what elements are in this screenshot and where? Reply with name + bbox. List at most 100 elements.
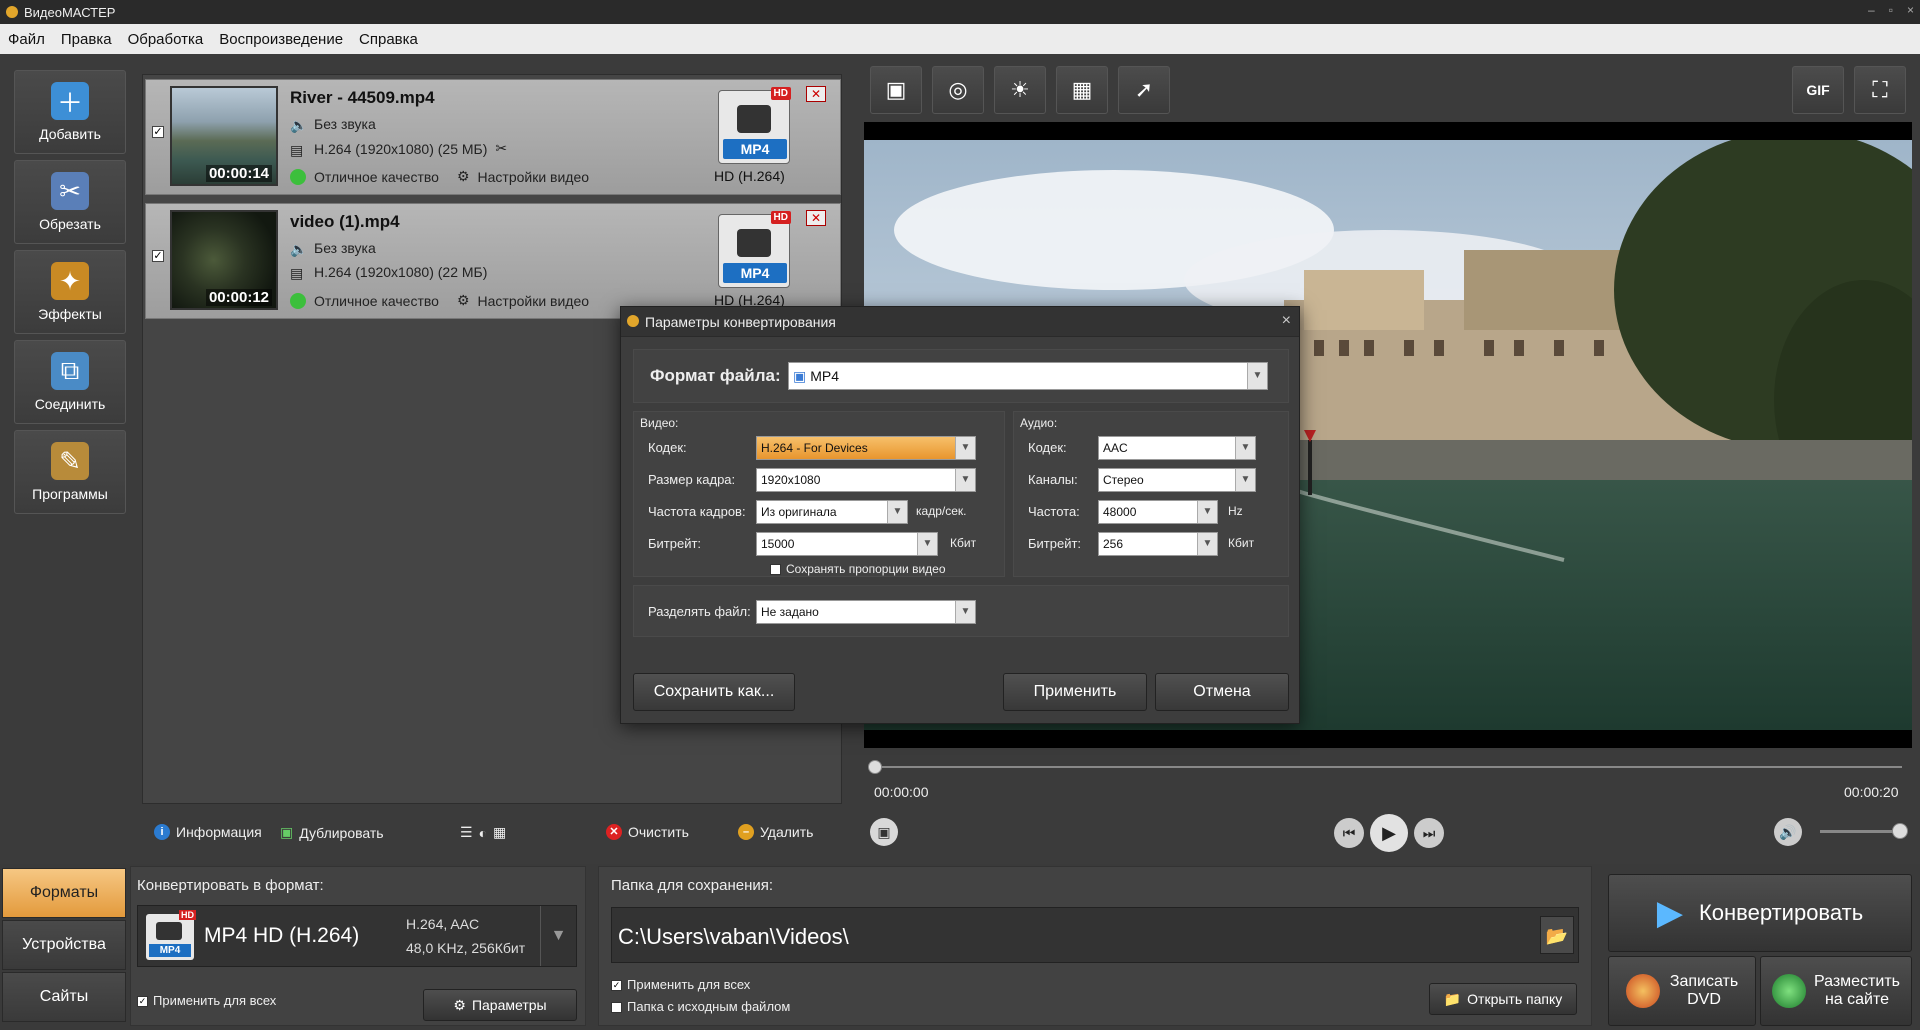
gear-icon: ⚙ bbox=[456, 168, 470, 184]
cancel-button[interactable]: Отмена bbox=[1155, 673, 1289, 711]
join-button[interactable]: ⧉ Соединить bbox=[14, 340, 126, 424]
programs-label: Программы bbox=[32, 486, 108, 502]
chevron-down-icon: ▼ bbox=[887, 501, 907, 523]
parameters-button[interactable]: ⚙ Параметры bbox=[423, 989, 577, 1021]
video-codec-label: Кодек: bbox=[648, 440, 687, 455]
remove-file-icon[interactable]: ✕ bbox=[806, 86, 826, 102]
dialog-close-icon[interactable]: × bbox=[1282, 312, 1291, 330]
trim-icon[interactable]: ✂ bbox=[495, 140, 507, 157]
convert-button[interactable]: ▶ Конвертировать bbox=[1608, 874, 1912, 952]
quality-text[interactable]: Отличное качество bbox=[314, 169, 439, 185]
quality-dot-icon bbox=[290, 168, 306, 185]
gif-icon[interactable]: GIF bbox=[1792, 66, 1844, 114]
menu-edit[interactable]: Правка bbox=[61, 31, 112, 48]
delete-label: Удалить bbox=[760, 824, 814, 840]
menu-playback[interactable]: Воспроизведение bbox=[219, 31, 343, 48]
add-button[interactable]: ＋ Добавить bbox=[14, 70, 126, 154]
format-badge-label: MP4 bbox=[723, 139, 787, 159]
format-badge[interactable]: HD MP4 bbox=[718, 87, 791, 164]
play-icon[interactable]: ▶ bbox=[1370, 814, 1408, 852]
format-badge[interactable]: HD MP4 bbox=[718, 211, 791, 288]
brightness-icon[interactable]: ☀ bbox=[994, 66, 1046, 114]
keep-aspect-checkbox[interactable]: Сохранять пропорции видео bbox=[770, 562, 946, 576]
video-codec-select[interactable]: H.264 - For Devices ▼ bbox=[756, 436, 976, 460]
volume-icon[interactable]: 🔊 bbox=[1774, 818, 1802, 846]
next-icon[interactable]: ⏭ bbox=[1414, 818, 1444, 848]
video-settings-link[interactable]: Настройки видео bbox=[478, 169, 590, 185]
fullscreen-icon[interactable]: ⛶ bbox=[1854, 66, 1906, 114]
file-item[interactable]: ✓ 00:00:12 video (1).mp4 🔈 Без звука ▤ H.2… bbox=[145, 203, 841, 319]
tab-devices[interactable]: Устройства bbox=[2, 920, 126, 970]
channels-select[interactable]: Стерео ▼ bbox=[1098, 468, 1256, 492]
tab-formats[interactable]: Форматы bbox=[2, 868, 126, 918]
seek-thumb[interactable] bbox=[868, 760, 882, 774]
previous-icon[interactable]: ⏮ bbox=[1334, 818, 1364, 848]
volume-track[interactable] bbox=[1820, 830, 1900, 833]
frame-size-select[interactable]: 1920x1080 ▼ bbox=[756, 468, 976, 492]
fps-select[interactable]: Из оригинала ▼ bbox=[756, 500, 908, 524]
save-path-field[interactable]: C:\Users\vaban\Videos\ 📂 bbox=[611, 907, 1579, 963]
close-window-icon[interactable]: × bbox=[1907, 3, 1914, 17]
dialog-logo-icon bbox=[627, 315, 639, 327]
remove-file-icon[interactable]: ✕ bbox=[806, 210, 826, 226]
info-button[interactable]: i Информация bbox=[154, 824, 262, 840]
frequency-select[interactable]: 48000 ▼ bbox=[1098, 500, 1218, 524]
split-panel: Разделять файл: Не задано ▼ bbox=[633, 585, 1289, 637]
minimize-icon[interactable]: – bbox=[1868, 3, 1875, 17]
trim-button[interactable]: ✂ Обрезать bbox=[14, 160, 126, 244]
format-select[interactable]: ▣ MP4 ▼ bbox=[788, 362, 1268, 390]
chevron-down-icon[interactable]: ▼ bbox=[540, 906, 576, 966]
file-checkbox[interactable]: ✓ bbox=[152, 250, 164, 262]
menu-help[interactable]: Справка bbox=[359, 31, 418, 48]
apply-button[interactable]: Применить bbox=[1003, 673, 1147, 711]
quality-text[interactable]: Отличное качество bbox=[314, 293, 439, 309]
maximize-icon[interactable]: ▫ bbox=[1889, 3, 1893, 17]
add-label: Добавить bbox=[39, 126, 101, 142]
format-name: MP4 HD (H.264) bbox=[204, 924, 360, 947]
effects-icon: ✦ bbox=[51, 262, 89, 300]
split-file-select[interactable]: Не задано ▼ bbox=[756, 600, 976, 624]
video-settings-link[interactable]: Настройки видео bbox=[478, 293, 590, 309]
format-selector[interactable]: HD MP4 MP4 HD (H.264) H.264, AAC 48,0 KH… bbox=[137, 905, 577, 967]
menu-processing[interactable]: Обработка bbox=[128, 31, 204, 48]
folder-browse-icon[interactable]: 📂 bbox=[1540, 916, 1574, 954]
film-edit-icon[interactable]: ▦ bbox=[1056, 66, 1108, 114]
publish-button[interactable]: Разместить на сайте bbox=[1760, 956, 1912, 1026]
file-item[interactable]: ✓ 00:00:14 River - 44509.mp4 🔈 Без звука … bbox=[145, 79, 841, 195]
seek-bar[interactable] bbox=[868, 760, 1908, 774]
clear-icon: ✕ bbox=[606, 824, 622, 840]
audio-text: Без звука bbox=[314, 116, 376, 132]
view-toggle[interactable]: ☰ ◐ ▦ bbox=[460, 824, 506, 841]
duplicate-icon: ▣ bbox=[280, 824, 294, 840]
apply-all-save-checkbox[interactable]: ✓ Применить для всех bbox=[611, 977, 750, 992]
apply-all-checkbox[interactable]: ✓ Применить для всех bbox=[137, 993, 276, 1008]
fps-unit: кадр/сек. bbox=[916, 504, 967, 518]
delete-button[interactable]: – Удалить bbox=[738, 824, 813, 840]
burn-dvd-button[interactable]: Записать DVD bbox=[1608, 956, 1756, 1026]
source-folder-checkbox[interactable]: Папка с исходным файлом bbox=[611, 999, 790, 1014]
delete-icon: – bbox=[738, 824, 754, 840]
mp4-format-icon: ▣ bbox=[793, 368, 807, 384]
duplicate-button[interactable]: ▣ Дублировать bbox=[280, 824, 384, 841]
menu-file[interactable]: Файл bbox=[8, 31, 45, 48]
open-folder-button[interactable]: 📁 Открыть папку bbox=[1429, 983, 1577, 1015]
volume-thumb[interactable] bbox=[1892, 823, 1908, 839]
clear-button[interactable]: ✕ Очистить bbox=[606, 824, 689, 840]
snapshot-icon[interactable]: ▣ bbox=[870, 818, 898, 846]
speed-icon[interactable]: ➚ bbox=[1118, 66, 1170, 114]
quality-dot-icon bbox=[290, 292, 306, 309]
effects-button[interactable]: ✦ Эффекты bbox=[14, 250, 126, 334]
video-bitrate-input[interactable]: 15000 ▼ bbox=[756, 532, 938, 556]
programs-button[interactable]: ✎ Программы bbox=[14, 430, 126, 514]
video-settings-panel: Видео: Кодек: H.264 - For Devices ▼ Разме… bbox=[633, 411, 1005, 577]
dialog-title-bar: Параметры конвертирования bbox=[621, 307, 1299, 337]
tab-sites[interactable]: Сайты bbox=[2, 972, 126, 1022]
save-as-button[interactable]: Сохранить как... bbox=[633, 673, 795, 711]
video-text: H.264 (1920x1080) (25 МБ) bbox=[314, 140, 488, 157]
audio-codec-select[interactable]: AAC ▼ bbox=[1098, 436, 1256, 460]
crop-icon[interactable]: ▣ bbox=[870, 66, 922, 114]
rotate-icon[interactable]: ◎ bbox=[932, 66, 984, 114]
audio-bitrate-select[interactable]: 256 ▼ bbox=[1098, 532, 1218, 556]
file-checkbox[interactable]: ✓ bbox=[152, 126, 164, 138]
join-icon: ⧉ bbox=[51, 352, 89, 390]
